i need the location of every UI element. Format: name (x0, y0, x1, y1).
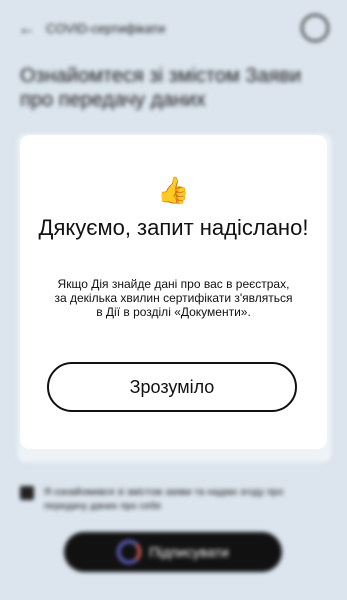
consent-text: Я ознайомився зі змістом заяви та надаю … (44, 487, 284, 512)
sign-button-label: Підписувати (149, 544, 229, 560)
loading-spinner-icon (117, 540, 142, 564)
top-bar: ← COVID-сертифікати (18, 14, 329, 42)
page-title: Ознайомтеся зі змістом Заяви про передач… (20, 65, 302, 111)
confirm-button[interactable]: Зрозуміло (47, 362, 297, 412)
consent-checkbox[interactable] (20, 486, 34, 500)
modal-title: Дякуємо, запит надіслано! (38, 215, 309, 240)
back-arrow-icon[interactable]: ← (18, 18, 36, 39)
thumbs-up-icon: 👍 (157, 175, 190, 205)
modal-message: Якщо Дія знайде дані про вас в реєстрах,… (54, 277, 293, 319)
user-icon[interactable] (301, 14, 329, 42)
sign-button[interactable]: Підписувати (64, 532, 282, 572)
success-modal: 👍 Дякуємо, запит надіслано! Якщо Дія зна… (20, 135, 327, 449)
topbar-title: COVID-сертифікати (46, 20, 166, 36)
consent-row[interactable]: Я ознайомився зі змістом заяви та надаю … (20, 486, 320, 514)
